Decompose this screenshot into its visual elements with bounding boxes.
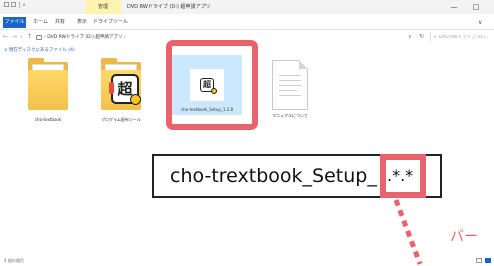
file-item-document[interactable]: マニュアルについて — [265, 56, 315, 119]
details-view-icon[interactable] — [476, 258, 482, 263]
file-label: cho-textbook_Setup_1.2.8 — [180, 107, 234, 112]
properties-icon[interactable] — [4, 2, 9, 7]
back-button[interactable]: ← — [3, 31, 8, 43]
large-icons-view-icon[interactable] — [485, 258, 491, 263]
item-count: 4 個の項目 — [4, 258, 24, 263]
document-icon — [272, 60, 308, 110]
window-title: DVD RWドライブ (D:) 超申請アプリ — [127, 4, 211, 10]
breadcrumb[interactable]: › DVD RWドライブ (D:) 超申請アプリ › — [44, 34, 126, 40]
forward-button[interactable]: → — [12, 31, 17, 43]
new-folder-icon[interactable] — [11, 2, 16, 7]
app-logo-icon: 超 — [109, 74, 141, 105]
minimize-button[interactable]: — — [444, 0, 464, 14]
side-note-text: バー — [450, 229, 478, 245]
folder-icon — [24, 56, 72, 114]
maximize-button[interactable]: □ — [466, 0, 486, 14]
toolbar-divider — [19, 2, 20, 8]
file-label: cho-textbook — [34, 117, 62, 122]
search-icon: ⌕ — [434, 34, 437, 40]
address-dropdown-button[interactable]: ∨ — [408, 31, 412, 43]
title-bar: ▾ 管理 DVD RWドライブ (D:) 超申請アプリ — □ — [0, 0, 494, 14]
ribbon-tabs: ファイル ホーム 共有 表示 ドライブツール ∨ — [0, 14, 494, 30]
manage-context-tab[interactable]: 管理 — [85, 0, 121, 14]
up-button[interactable]: ↑ — [27, 31, 32, 43]
customize-toolbar-icon[interactable]: ▾ — [23, 2, 25, 8]
status-bar: 4 個の項目 — [0, 256, 494, 266]
tab-share[interactable]: 共有 — [55, 17, 65, 28]
drive-icon — [36, 34, 42, 40]
file-item-app-folder[interactable]: 超 プログラム配布ツール — [96, 56, 146, 123]
file-item-setup[interactable]: 超 cho-textbook_Setup_1.2.8 — [172, 55, 242, 115]
group-header[interactable]: ∨ 現在ディスクにあるファイル (4) — [4, 47, 75, 53]
tab-home[interactable]: ホーム — [33, 17, 48, 28]
file-label: プログラム配布ツール — [101, 117, 141, 122]
app-folder-icon: 超 — [97, 56, 145, 114]
file-label: マニュアルについて — [272, 113, 308, 118]
search-box[interactable]: ⌕ — [430, 32, 494, 42]
recent-locations-button[interactable]: ∨ — [20, 31, 23, 43]
tab-view[interactable]: 表示 — [77, 17, 87, 28]
setup-icon: 超 — [190, 69, 224, 101]
tab-file[interactable]: ファイル — [3, 17, 26, 28]
search-input[interactable] — [438, 34, 491, 40]
expand-ribbon-icon[interactable]: ∨ — [478, 17, 482, 28]
callout-filename: cho-trextbook_Setup_ — [170, 165, 377, 187]
refresh-button[interactable]: ↻ — [419, 31, 424, 43]
quick-access-toolbar[interactable]: ▾ — [4, 2, 25, 8]
tab-drive-tools[interactable]: ドライブツール — [93, 17, 128, 28]
filename-zoom-callout: cho-trextbook_Setup_ .*.* — [152, 154, 442, 198]
file-item-folder[interactable]: cho-textbook — [23, 56, 73, 122]
callout-extension: .*.* — [387, 166, 414, 185]
